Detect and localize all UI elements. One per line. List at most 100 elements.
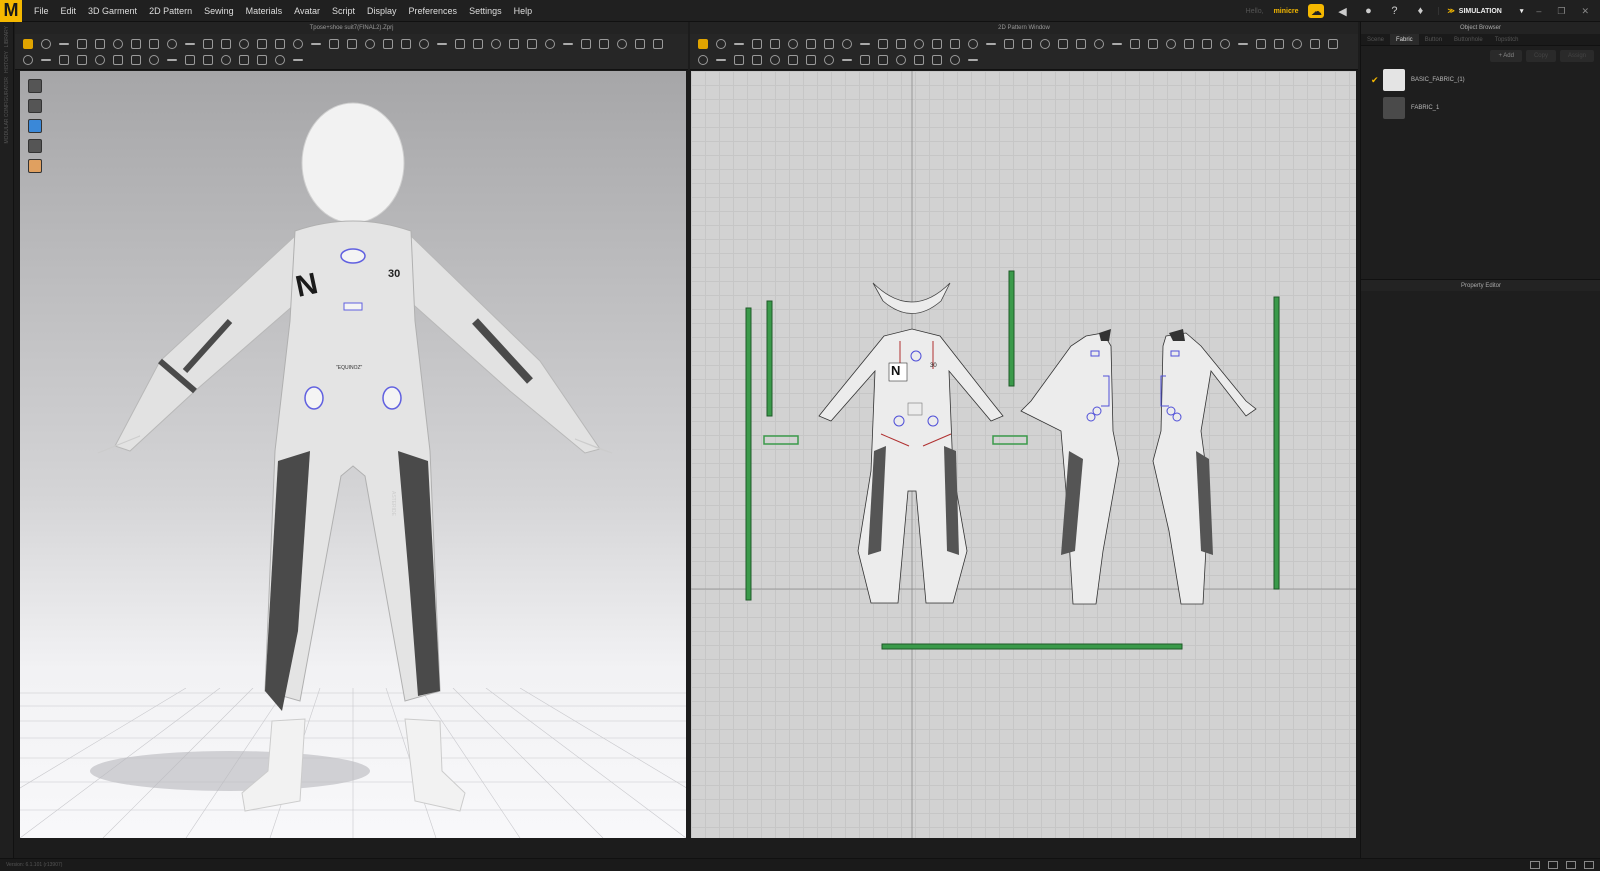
pattern-tool-icon[interactable] (785, 52, 801, 68)
menu-file[interactable]: File (28, 6, 55, 16)
pattern-tool-icon[interactable] (947, 36, 963, 52)
tab-topstitch[interactable]: Topstitch (1489, 34, 1525, 45)
fabric-swatch[interactable] (1383, 69, 1405, 91)
menu-preferences[interactable]: Preferences (403, 6, 464, 16)
pattern-tool-icon[interactable] (1307, 36, 1323, 52)
pattern-tool-icon[interactable] (1091, 36, 1107, 52)
garment-tool-icon[interactable] (596, 36, 612, 52)
garment-tool-icon[interactable] (92, 52, 108, 68)
username-label[interactable]: minicre (1274, 8, 1299, 15)
garment-tool-icon[interactable] (38, 52, 54, 68)
garment-tool-icon[interactable] (200, 52, 216, 68)
garment-tool-icon[interactable] (398, 36, 414, 52)
tab-button[interactable]: Button (1419, 34, 1448, 45)
pattern-tool-icon[interactable] (965, 52, 981, 68)
pattern-window-2d[interactable]: N 30 (691, 71, 1356, 838)
pattern-tool-icon[interactable] (857, 52, 873, 68)
pattern-tool-icon[interactable] (1019, 36, 1035, 52)
garment-tool-icon[interactable] (20, 52, 36, 68)
garment-tool-icon[interactable] (92, 36, 108, 52)
garment-tool-icon[interactable] (56, 36, 72, 52)
menu-materials[interactable]: Materials (240, 6, 289, 16)
garment-tool-icon[interactable] (290, 52, 306, 68)
garment-tool-icon[interactable] (614, 36, 630, 52)
garment-tool-icon[interactable] (236, 36, 252, 52)
pattern-tool-icon[interactable] (785, 36, 801, 52)
menu-avatar[interactable]: Avatar (288, 6, 326, 16)
pattern-tool-icon[interactable] (1289, 36, 1305, 52)
pattern-tool-icon[interactable] (911, 36, 927, 52)
pattern-tool-icon[interactable] (893, 36, 909, 52)
garment-tool-icon[interactable] (344, 36, 360, 52)
garment-tool-icon[interactable] (20, 36, 36, 52)
menu-2d-pattern[interactable]: 2D Pattern (143, 6, 198, 16)
pattern-tool-icon[interactable] (839, 52, 855, 68)
pattern-tool-icon[interactable] (839, 36, 855, 52)
pattern-tool-icon[interactable] (767, 36, 783, 52)
garment-tool-icon[interactable] (254, 36, 270, 52)
pattern-tool-icon[interactable] (713, 52, 729, 68)
garment-tool-icon[interactable] (470, 36, 486, 52)
garment-tool-icon[interactable] (56, 52, 72, 68)
garment-tool-icon[interactable] (74, 36, 90, 52)
garment-tool-icon[interactable] (308, 36, 324, 52)
garment-tool-icon[interactable] (434, 36, 450, 52)
megaphone-icon[interactable]: ◀ (1334, 4, 1350, 18)
menu-display[interactable]: Display (361, 6, 403, 16)
garment-tool-icon[interactable] (578, 36, 594, 52)
layout-2d-icon[interactable] (1566, 861, 1576, 869)
pattern-tool-icon[interactable] (1217, 36, 1233, 52)
pattern-tool-icon[interactable] (929, 36, 945, 52)
menu-script[interactable]: Script (326, 6, 361, 16)
pattern-tool-icon[interactable] (875, 52, 891, 68)
pattern-tool-icon[interactable] (983, 36, 999, 52)
pattern-tool-icon[interactable] (1127, 36, 1143, 52)
mode-selector[interactable]: ≫ SIMULATION ▾ (1438, 7, 1523, 15)
garment-tool-icon[interactable] (182, 52, 198, 68)
garment-tool-icon[interactable] (74, 52, 90, 68)
pattern-tool-icon[interactable] (821, 36, 837, 52)
garment-tool-icon[interactable] (542, 36, 558, 52)
pattern-tool-icon[interactable] (1235, 36, 1251, 52)
pattern-tool-icon[interactable] (1145, 36, 1161, 52)
garment-tool-icon[interactable] (416, 36, 432, 52)
tab-fabric[interactable]: Fabric (1390, 34, 1419, 45)
app-logo[interactable]: M (0, 0, 22, 22)
pattern-tool-icon[interactable] (731, 36, 747, 52)
menu-edit[interactable]: Edit (55, 6, 83, 16)
garment-tool-icon[interactable] (272, 36, 288, 52)
garment-icon[interactable]: ♦ (1412, 4, 1428, 18)
cloud-icon[interactable]: ☁ (1308, 4, 1325, 18)
garment-tool-icon[interactable] (524, 36, 540, 52)
garment-tool-icon[interactable] (218, 36, 234, 52)
garment-tool-icon[interactable] (272, 52, 288, 68)
pattern-tool-icon[interactable] (911, 52, 927, 68)
garment-tool-icon[interactable] (38, 36, 54, 52)
menu-3d-garment[interactable]: 3D Garment (82, 6, 143, 16)
pattern-tool-icon[interactable] (1253, 36, 1269, 52)
fabric-row[interactable]: ✔ BASIC_FABRIC_(1) (1361, 66, 1600, 94)
layout-single-icon[interactable] (1530, 861, 1540, 869)
garment-tool-icon[interactable] (362, 36, 378, 52)
menu-sewing[interactable]: Sewing (198, 6, 240, 16)
pattern-tool-icon[interactable] (1073, 36, 1089, 52)
pattern-tool-icon[interactable] (965, 36, 981, 52)
tab-scene[interactable]: Scene (1361, 34, 1390, 45)
copy-fabric-button[interactable]: Copy (1525, 50, 1556, 62)
assign-fabric-button[interactable]: Assign (1559, 50, 1594, 62)
pattern-tool-icon[interactable] (821, 52, 837, 68)
tab-buttonhole[interactable]: Buttonhole (1448, 34, 1489, 45)
garment-tool-icon[interactable] (128, 52, 144, 68)
pattern-tool-icon[interactable] (1199, 36, 1215, 52)
garment-tool-icon[interactable] (452, 36, 468, 52)
garment-tool-icon[interactable] (164, 36, 180, 52)
side-tab-modular[interactable]: MODULAR CONFIGURATOR (4, 77, 10, 143)
pattern-tool-icon[interactable] (1181, 36, 1197, 52)
side-tab-history[interactable]: HISTORY (4, 51, 10, 73)
garment-tool-icon[interactable] (200, 36, 216, 52)
garment-tool-icon[interactable] (632, 36, 648, 52)
account-icon[interactable]: ● (1360, 4, 1376, 18)
pattern-tool-icon[interactable] (1271, 36, 1287, 52)
minimize-icon[interactable]: – (1533, 6, 1544, 16)
garment-tool-icon[interactable] (488, 36, 504, 52)
